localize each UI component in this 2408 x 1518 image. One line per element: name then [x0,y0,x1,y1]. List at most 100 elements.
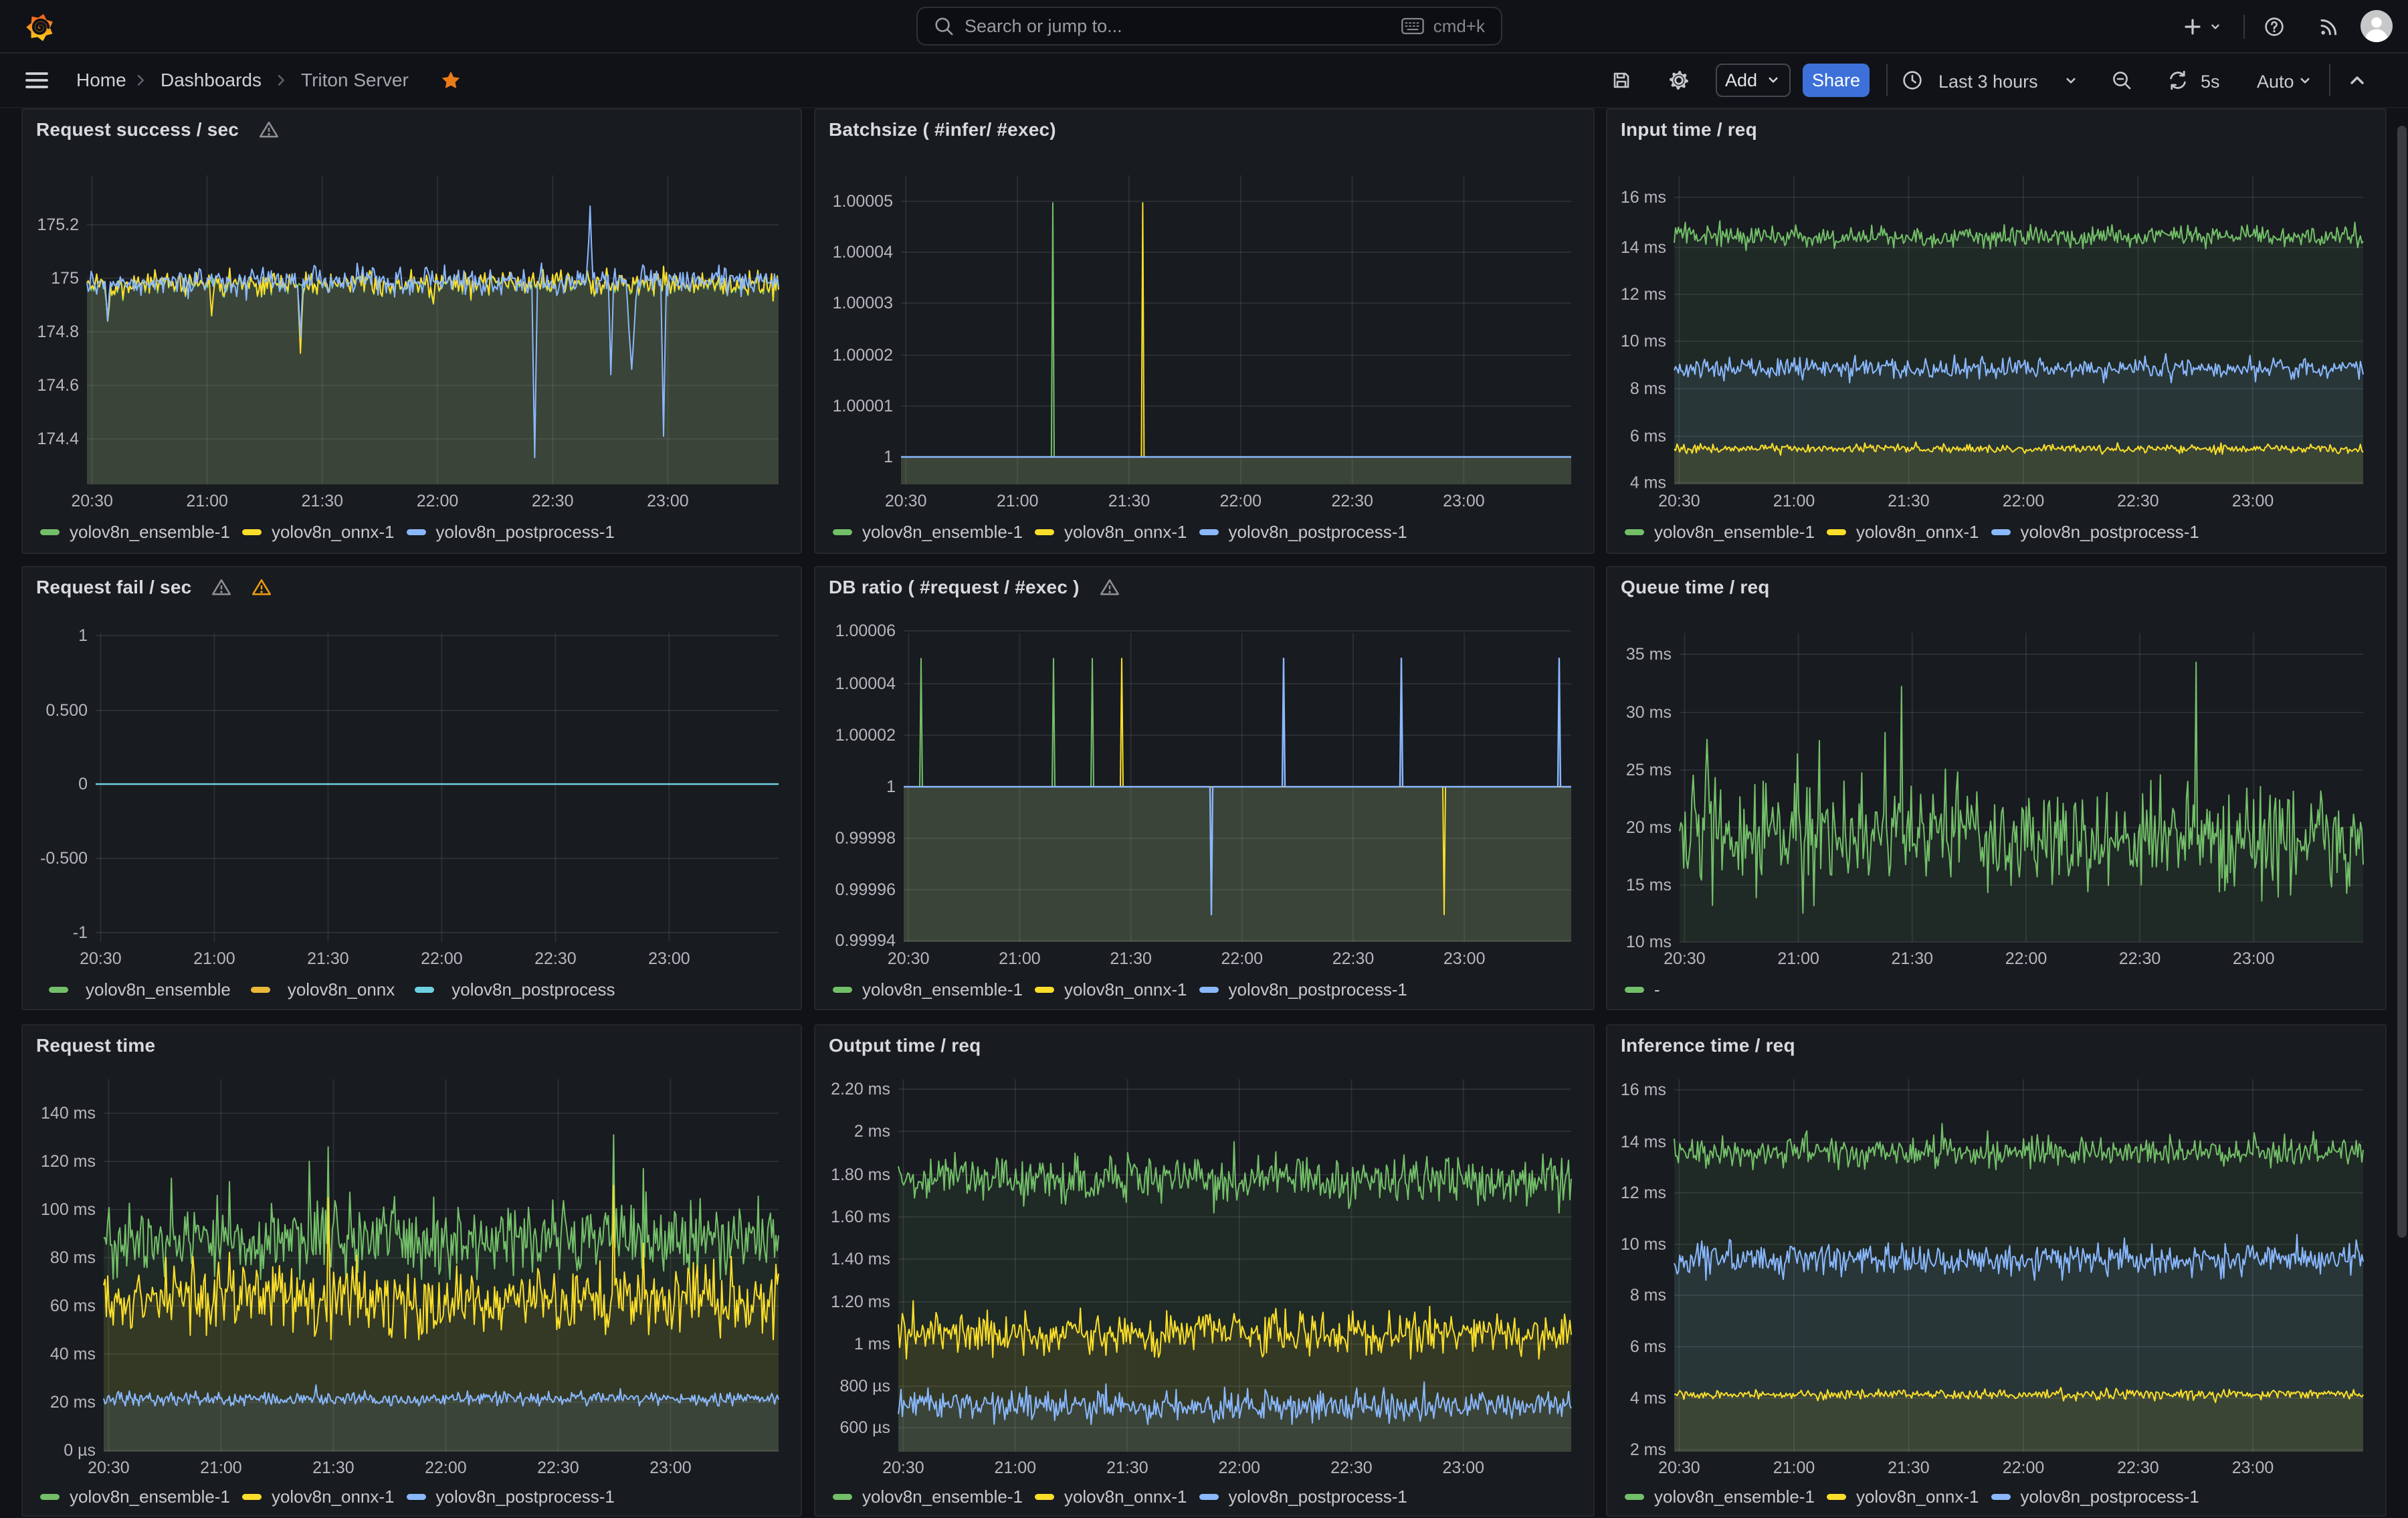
svg-text:22:30: 22:30 [532,492,574,510]
svg-text:2 ms: 2 ms [854,1122,890,1141]
svg-text:80 ms: 80 ms [50,1248,96,1267]
svg-text:21:30: 21:30 [1108,492,1150,510]
svg-text:10 ms: 10 ms [1626,933,1672,951]
svg-text:20:30: 20:30 [888,949,930,968]
svg-text:22:30: 22:30 [2117,1458,2159,1477]
svg-text:20 ms: 20 ms [50,1393,96,1412]
svg-text:1.00006: 1.00006 [835,622,896,640]
svg-text:100 ms: 100 ms [41,1200,96,1219]
svg-text:21:00: 21:00 [200,1458,242,1477]
svg-text:8 ms: 8 ms [1630,1286,1666,1305]
svg-text:21:00: 21:00 [997,492,1039,510]
svg-text:22:30: 22:30 [1332,949,1375,968]
svg-text:21:00: 21:00 [995,1458,1037,1477]
svg-text:140 ms: 140 ms [41,1104,96,1123]
svg-text:21:30: 21:30 [1888,492,1930,510]
svg-text:10 ms: 10 ms [1621,1235,1666,1254]
svg-text:20:30: 20:30 [1664,949,1706,968]
svg-text:6 ms: 6 ms [1630,1337,1666,1356]
svg-text:22:30: 22:30 [2119,949,2161,968]
svg-text:175: 175 [51,269,79,288]
svg-text:600 µs: 600 µs [839,1418,890,1437]
svg-text:21:30: 21:30 [307,949,349,968]
svg-text:4 ms: 4 ms [1630,474,1666,492]
svg-text:1.40 ms: 1.40 ms [831,1250,890,1268]
svg-text:1 ms: 1 ms [854,1335,890,1353]
svg-text:22:00: 22:00 [2005,949,2047,968]
svg-text:25 ms: 25 ms [1626,761,1672,779]
svg-text:120 ms: 120 ms [41,1152,96,1171]
svg-text:1.00005: 1.00005 [833,192,893,211]
svg-text:1.00003: 1.00003 [833,294,893,312]
svg-text:60 ms: 60 ms [50,1297,96,1315]
svg-text:22:30: 22:30 [1330,1458,1373,1477]
svg-text:174.4: 174.4 [37,430,79,448]
svg-text:21:00: 21:00 [186,492,228,510]
svg-text:12 ms: 12 ms [1621,285,1666,304]
svg-text:1.80 ms: 1.80 ms [831,1165,890,1184]
svg-text:21:00: 21:00 [193,949,235,968]
svg-text:22:00: 22:00 [1220,492,1262,510]
svg-text:1: 1 [886,777,896,796]
svg-text:22:30: 22:30 [534,949,577,968]
svg-text:21:30: 21:30 [302,492,344,510]
svg-text:0.99998: 0.99998 [835,829,896,848]
svg-text:1.00001: 1.00001 [833,397,893,415]
svg-text:2 ms: 2 ms [1630,1440,1666,1459]
svg-text:1: 1 [884,448,893,466]
svg-text:2.20 ms: 2.20 ms [831,1080,890,1099]
svg-text:23:00: 23:00 [1443,1458,1485,1477]
svg-text:1.00004: 1.00004 [835,674,896,693]
svg-text:21:30: 21:30 [1110,949,1152,968]
svg-text:8 ms: 8 ms [1630,379,1666,398]
svg-text:21:00: 21:00 [1773,492,1815,510]
svg-text:20 ms: 20 ms [1626,818,1672,837]
svg-text:1.00002: 1.00002 [835,726,896,745]
svg-text:15 ms: 15 ms [1626,876,1672,894]
svg-text:23:00: 23:00 [649,1458,692,1477]
svg-text:21:30: 21:30 [1888,1458,1930,1477]
svg-text:21:30: 21:30 [312,1458,355,1477]
svg-text:22:30: 22:30 [1331,492,1373,510]
svg-text:35 ms: 35 ms [1626,645,1672,664]
svg-text:12 ms: 12 ms [1621,1183,1666,1202]
svg-text:14 ms: 14 ms [1621,238,1666,257]
svg-text:22:00: 22:00 [1219,1458,1261,1477]
svg-text:22:00: 22:00 [2003,492,2045,510]
svg-text:30 ms: 30 ms [1626,703,1672,722]
svg-text:16 ms: 16 ms [1621,1080,1666,1099]
svg-text:-0.500: -0.500 [40,849,88,868]
svg-text:22:30: 22:30 [537,1458,579,1477]
svg-text:21:00: 21:00 [999,949,1041,968]
svg-text:22:00: 22:00 [1221,949,1264,968]
svg-text:175.2: 175.2 [37,215,79,234]
svg-text:10 ms: 10 ms [1621,332,1666,351]
svg-text:1.00004: 1.00004 [833,243,893,262]
svg-text:0.500: 0.500 [45,701,88,720]
svg-text:22:00: 22:00 [421,949,463,968]
svg-text:23:00: 23:00 [2232,1458,2274,1477]
svg-text:800 µs: 800 µs [839,1377,890,1396]
svg-text:0 µs: 0 µs [64,1441,96,1460]
svg-text:16 ms: 16 ms [1621,188,1666,207]
svg-text:174.6: 174.6 [37,376,79,395]
svg-text:22:00: 22:00 [2003,1458,2045,1477]
svg-text:23:00: 23:00 [648,949,690,968]
svg-text:20:30: 20:30 [1658,1458,1700,1477]
svg-text:21:00: 21:00 [1773,1458,1815,1477]
svg-text:23:00: 23:00 [2233,949,2275,968]
svg-text:0: 0 [78,775,88,793]
svg-text:23:00: 23:00 [2232,492,2274,510]
svg-text:21:30: 21:30 [1892,949,1934,968]
svg-text:20:30: 20:30 [885,492,927,510]
svg-text:-1: -1 [73,923,88,942]
svg-text:0.99996: 0.99996 [835,880,896,899]
svg-text:174.8: 174.8 [37,322,79,341]
svg-text:22:00: 22:00 [425,1458,467,1477]
svg-text:20:30: 20:30 [1658,492,1700,510]
svg-text:23:00: 23:00 [1443,949,1486,968]
svg-text:20:30: 20:30 [88,1458,130,1477]
svg-text:6 ms: 6 ms [1630,427,1666,446]
svg-text:1: 1 [78,626,88,645]
svg-text:0.99994: 0.99994 [835,931,896,950]
